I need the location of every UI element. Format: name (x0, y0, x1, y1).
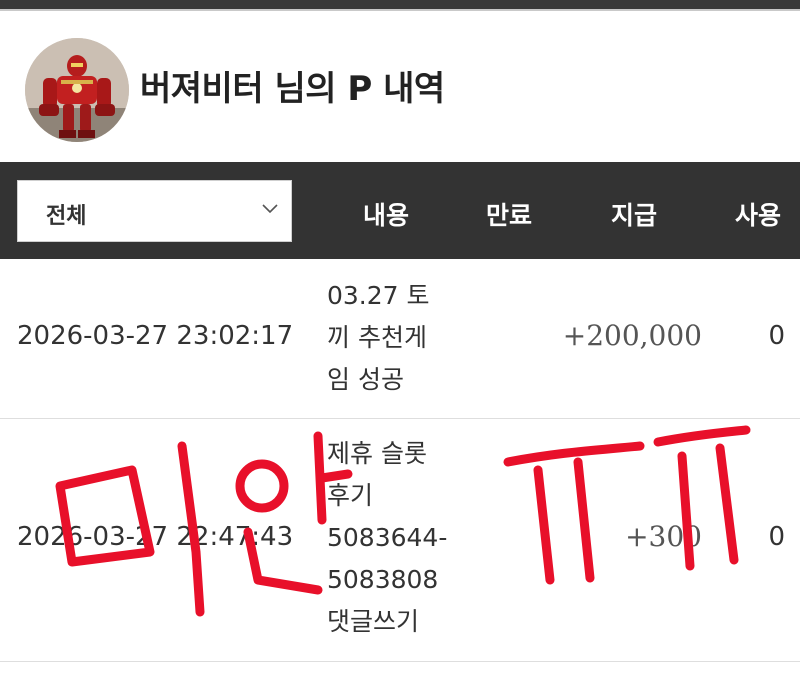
row-content-line: 5083808 (327, 565, 439, 594)
filter-dropdown[interactable]: 전체 (17, 180, 292, 242)
page-title: 버져비터 님의 P 내역 (140, 69, 445, 109)
row-content-line: 03.27 토 (327, 281, 430, 310)
column-header-paid: 지급 (611, 201, 658, 230)
top-bar (0, 0, 800, 9)
row-content-line: 5083644- (327, 523, 448, 552)
row-content: 제휴 슬롯 후기 5083644- 5083808 댓글쓰기 (327, 433, 457, 643)
filter-selected-value: 전체 (46, 204, 87, 229)
table-header: 전체 내용 만료 지급 사용 (0, 162, 800, 259)
row-used: 0 (768, 522, 785, 552)
column-header-content: 내용 (363, 201, 410, 230)
row-content-line: 임 성공 (327, 365, 404, 394)
column-header-expiry: 만료 (486, 201, 533, 230)
profile-header: 버져비터 님의 P 내역 (0, 11, 800, 162)
table-row: 2026-03-27 23:02:17 03.27 토 끼 추천게 임 성공 +… (0, 259, 800, 418)
row-used: 0 (768, 321, 785, 351)
table-row: 2026-03-27 22:47:43 제휴 슬롯 후기 5083644- 50… (0, 419, 800, 661)
row-amount: +200,000 (562, 319, 702, 352)
row-content: 03.27 토 끼 추천게 임 성공 (327, 275, 457, 401)
row-date: 2026-03-27 22:47:43 (17, 522, 294, 552)
row-date: 2026-03-27 23:02:17 (17, 321, 294, 351)
avatar-robot-image (25, 38, 129, 142)
row-content-line: 댓글쓰기 (327, 607, 420, 636)
row-content-line: 후기 (327, 481, 374, 510)
row-content-line: 끼 추천게 (327, 323, 427, 352)
row-content-line: 제휴 슬롯 (327, 439, 427, 468)
row-divider (0, 661, 800, 662)
chevron-down-icon (262, 204, 278, 214)
row-amount: +300 (625, 520, 702, 553)
column-header-used: 사용 (735, 201, 782, 230)
avatar[interactable] (25, 38, 129, 142)
